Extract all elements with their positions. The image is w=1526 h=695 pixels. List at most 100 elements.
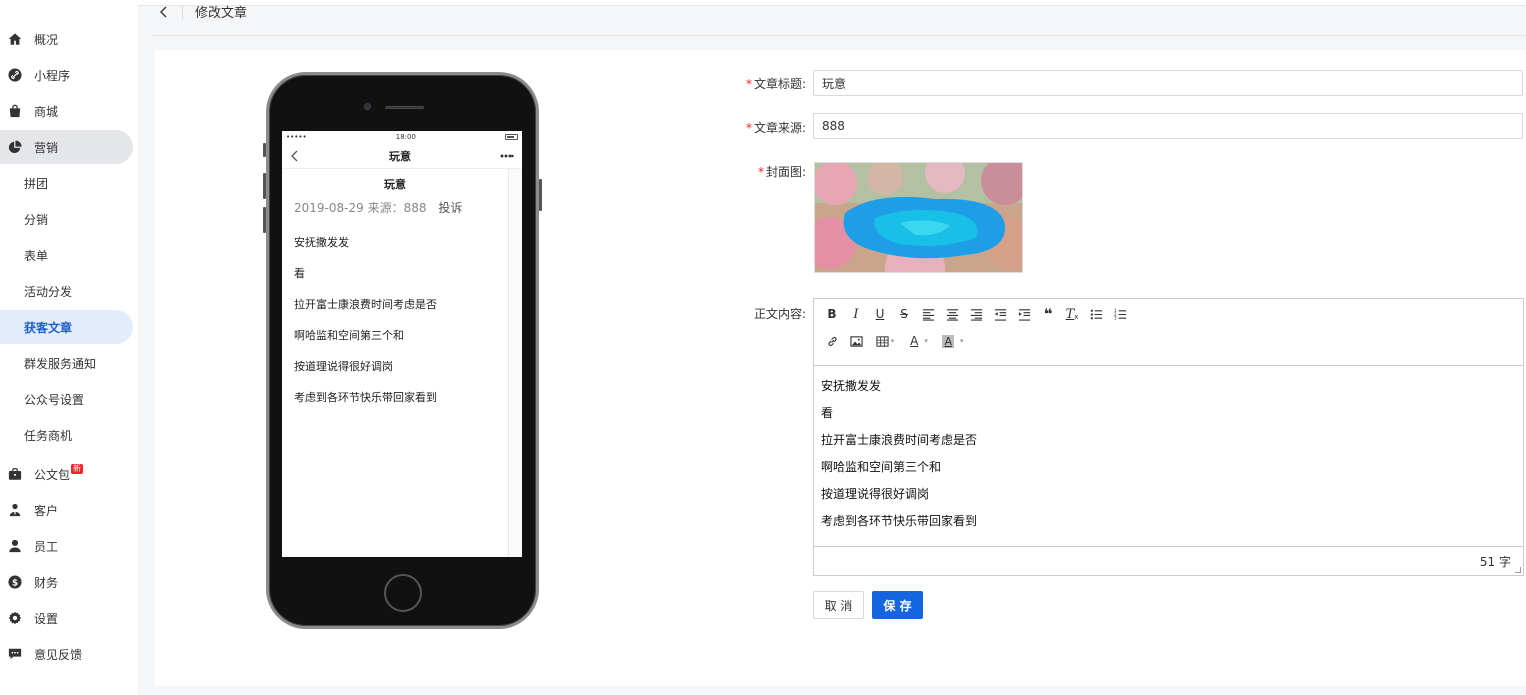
preview-scrollbar[interactable] xyxy=(508,169,522,557)
phone-mute-switch xyxy=(263,143,266,157)
cover-image[interactable] xyxy=(814,162,1023,273)
briefcase-icon xyxy=(8,467,22,481)
sidebar-item-label: 任务商机 xyxy=(24,428,73,443)
editor-paragraph[interactable]: 看 xyxy=(821,403,1516,430)
resize-handle-icon[interactable] xyxy=(1515,567,1521,573)
sidebar-item-group-buy[interactable]: 拼团 xyxy=(0,166,133,200)
sidebar-item-activity-dispatch[interactable]: 活动分发 xyxy=(0,274,133,308)
background-color-icon[interactable]: A ▾ xyxy=(936,330,970,352)
dollar-icon: $ xyxy=(8,575,22,589)
sidebar-item-label: 获客文章 xyxy=(24,320,73,335)
editor-paragraph[interactable]: 安抚撒发发 xyxy=(821,376,1516,403)
editor-content[interactable]: 安抚撒发发 看 拉开富士康浪费时间考虑是否 啊哈监和空间第三个和 按道理说得很好… xyxy=(814,366,1523,548)
source-input[interactable] xyxy=(813,113,1523,139)
page-title: 修改文章 xyxy=(195,6,248,21)
required-mark: * xyxy=(745,77,752,91)
link-icon[interactable] xyxy=(820,330,844,352)
sidebar-item-label: 公文包 xyxy=(34,467,71,482)
sidebar-item-official-account[interactable]: 公众号设置 xyxy=(0,382,133,416)
strikethrough-icon[interactable]: S xyxy=(892,303,916,325)
article-paragraph: 按道理说得很好调岗 xyxy=(294,360,393,373)
italic-icon[interactable]: I xyxy=(844,303,868,325)
sidebar-item-label: 概况 xyxy=(34,32,59,47)
svg-text:3: 3 xyxy=(1114,315,1117,320)
phone-nav-title: 玩意 xyxy=(389,149,411,163)
cover-photo xyxy=(815,163,1022,272)
cancel-button[interactable]: 取 消 xyxy=(813,591,864,619)
sidebar-item-overview[interactable]: 概况 xyxy=(0,22,133,56)
table-icon[interactable]: ▾ xyxy=(868,330,902,352)
article-paragraph: 看 xyxy=(294,267,305,280)
editor-paragraph[interactable]: 考虑到各环节快乐带回家看到 xyxy=(821,511,1516,538)
editor-paragraph[interactable]: 按道理说得很好调岗 xyxy=(821,484,1516,511)
phone-preview: ••••• 18:00 玩意 玩意 2019-08-29 来源：888 投诉 安… xyxy=(263,72,542,629)
phone-volume-down xyxy=(263,207,266,233)
article-paragraph: 拉开富士康浪费时间考虑是否 xyxy=(294,298,437,311)
sidebar: 概况 小程序 商城 营销 拼团 分销 表单 活动分发 获客文章 群发服务通知 公… xyxy=(0,0,138,695)
image-icon[interactable] xyxy=(844,330,868,352)
content-label: 正文内容: xyxy=(753,307,806,321)
article-preview: 玩意 2019-08-29 来源：888 投诉 安抚撒发发 看 拉开富士康浪费时… xyxy=(282,169,508,557)
required-mark: * xyxy=(757,165,764,179)
source-label: * 文章来源: xyxy=(745,121,806,135)
phone-power-button xyxy=(539,179,542,211)
new-badge: 新 xyxy=(71,464,84,474)
sidebar-item-feedback[interactable]: 意见反馈 xyxy=(0,637,133,671)
editor-paragraph[interactable]: 拉开富士康浪费时间考虑是否 xyxy=(821,430,1516,457)
sidebar-item-label: 拼团 xyxy=(24,176,49,191)
bold-icon[interactable]: B xyxy=(820,303,844,325)
sidebar-item-label: 设置 xyxy=(34,611,59,626)
editor-status-bar: 51 字 xyxy=(814,546,1523,575)
align-center-icon[interactable] xyxy=(940,303,964,325)
align-left-icon[interactable] xyxy=(916,303,940,325)
editor-paragraph[interactable]: 啊哈监和空间第三个和 xyxy=(821,457,1516,484)
sidebar-item-mass-notification[interactable]: 群发服务通知 xyxy=(0,346,133,380)
bullet-list-icon[interactable] xyxy=(1084,303,1108,325)
align-right-icon[interactable] xyxy=(964,303,988,325)
customers-icon xyxy=(8,503,22,517)
word-count: 51 字 xyxy=(1479,554,1511,569)
sidebar-item-briefcase[interactable]: 公文包 新 xyxy=(0,457,133,491)
title-label: * 文章标题: xyxy=(745,77,806,91)
font-color-icon[interactable]: A ▾ xyxy=(902,330,936,352)
sidebar-item-miniprogram[interactable]: 小程序 xyxy=(0,58,133,92)
indent-icon[interactable] xyxy=(1012,303,1036,325)
article-meta: 2019-08-29 来源：888 投诉 xyxy=(294,199,508,216)
sidebar-item-task-opportunity[interactable]: 任务商机 xyxy=(0,418,133,452)
sidebar-item-label: 活动分发 xyxy=(24,284,73,299)
sidebar-item-label: 分销 xyxy=(24,212,49,227)
rich-text-editor[interactable]: B I U S ❝ Tx 123 ▾ A ▾ A ▾ 安抚撒发发 看 拉开富士康浪费… xyxy=(813,298,1524,576)
more-icon xyxy=(500,154,514,157)
title-input[interactable] xyxy=(813,70,1523,96)
sidebar-item-label: 公众号设置 xyxy=(24,392,85,407)
report-link[interactable]: 投诉 xyxy=(438,201,462,215)
article-date: 2019-08-29 xyxy=(294,201,364,215)
sidebar-item-finance[interactable]: $ 财务 xyxy=(0,565,133,599)
signal-indicator: ••••• xyxy=(286,133,307,141)
sidebar-item-customers[interactable]: 客户 xyxy=(0,493,133,527)
sidebar-item-settings[interactable]: 设置 xyxy=(0,601,133,635)
sidebar-item-label: 员工 xyxy=(34,539,59,554)
sidebar-item-forms[interactable]: 表单 xyxy=(0,238,133,272)
sidebar-item-mall[interactable]: 商城 xyxy=(0,94,133,128)
save-button[interactable]: 保 存 xyxy=(872,591,923,619)
sidebar-item-articles[interactable]: 获客文章 xyxy=(0,310,133,344)
sidebar-item-staff[interactable]: 员工 xyxy=(0,529,133,563)
blockquote-icon[interactable]: ❝ xyxy=(1036,303,1060,325)
back-button[interactable] xyxy=(154,2,174,22)
underline-icon[interactable]: U xyxy=(868,303,892,325)
outdent-icon[interactable] xyxy=(988,303,1012,325)
sidebar-item-distribution[interactable]: 分销 xyxy=(0,202,133,236)
article-source: 来源：888 xyxy=(367,201,427,215)
article-paragraph: 安抚撒发发 xyxy=(294,236,349,249)
phone-home-button xyxy=(384,574,422,612)
phone-speaker xyxy=(385,106,424,109)
sidebar-item-marketing[interactable]: 营销 xyxy=(0,130,133,164)
status-time: 18:00 xyxy=(395,133,416,141)
sidebar-item-label: 营销 xyxy=(34,140,59,155)
clear-format-icon[interactable]: Tx xyxy=(1060,303,1084,325)
sidebar-item-label: 群发服务通知 xyxy=(24,356,97,371)
numbered-list-icon[interactable]: 123 xyxy=(1108,303,1132,325)
phone-volume-up xyxy=(263,173,266,199)
required-mark: * xyxy=(745,121,752,135)
